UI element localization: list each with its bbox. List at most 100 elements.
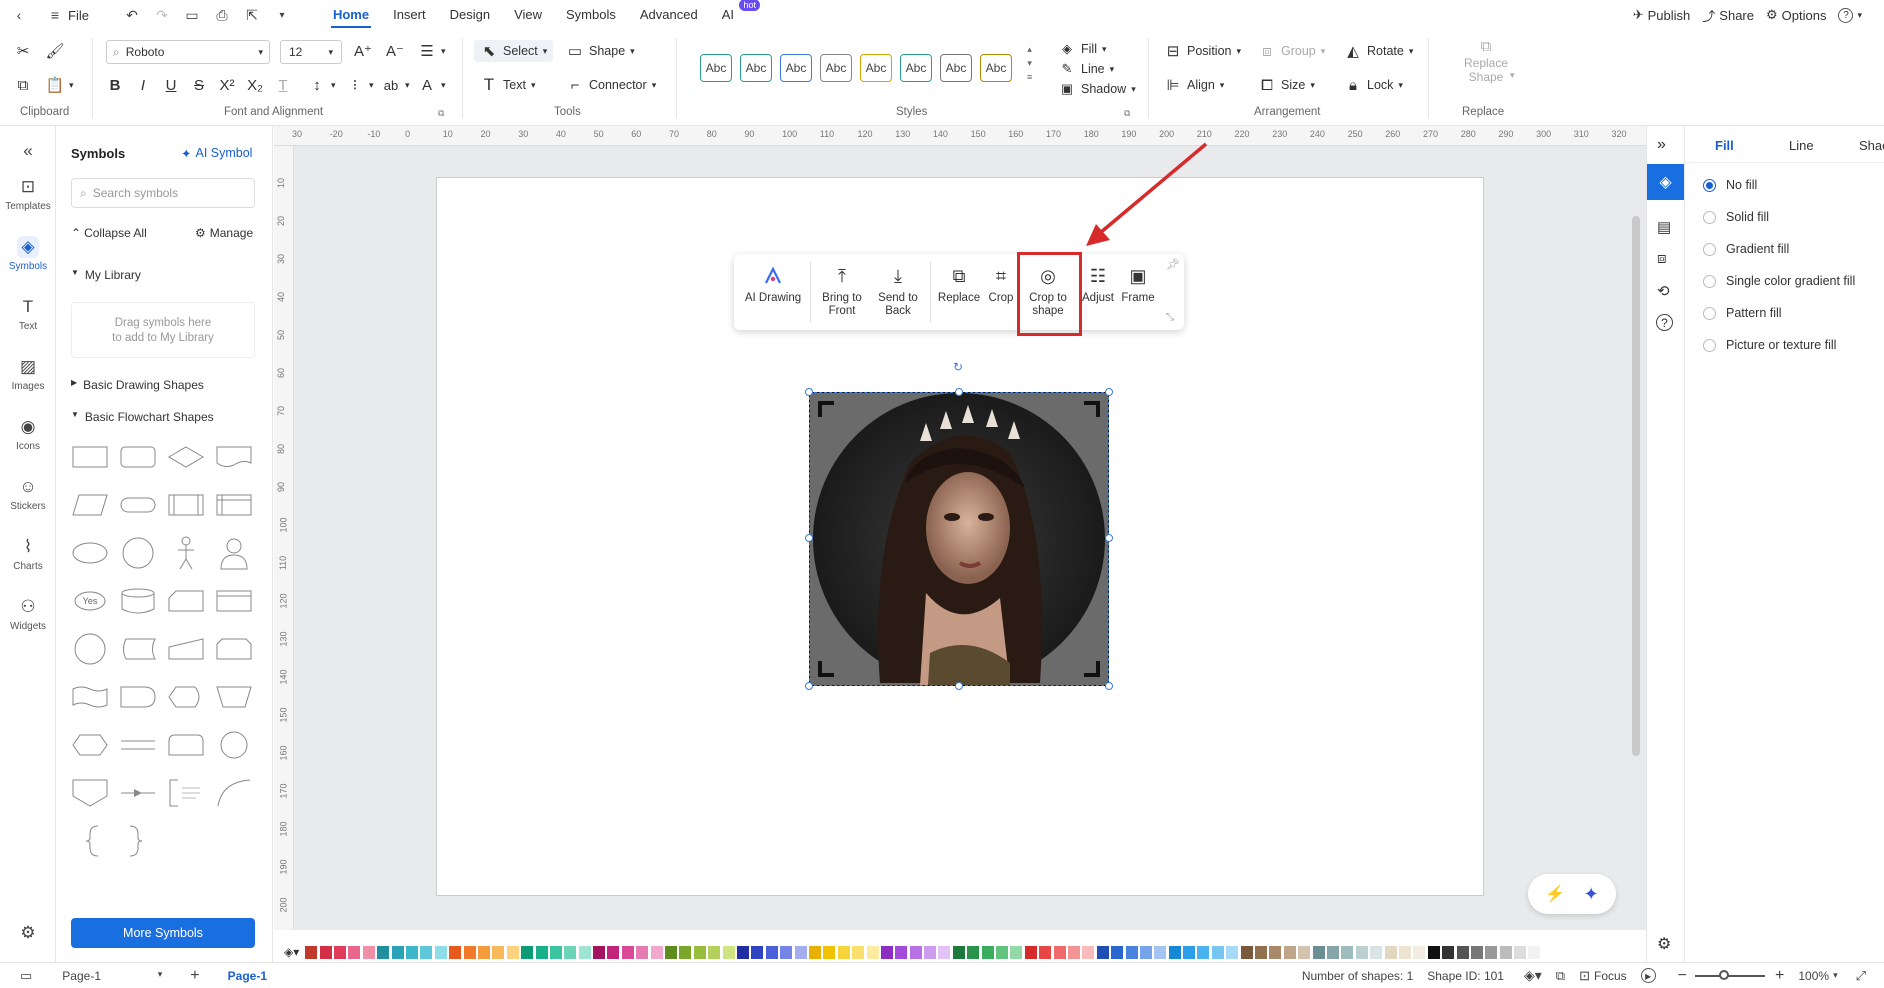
color-swatch[interactable] [895, 945, 908, 959]
color-swatch[interactable] [521, 945, 534, 959]
sparkle-icon[interactable]: ✦ [1584, 884, 1599, 905]
color-swatch[interactable] [938, 945, 951, 959]
color-swatch[interactable] [751, 945, 764, 959]
bring-to-front-button[interactable]: ⤒ Bring to Front [814, 264, 870, 318]
color-swatch[interactable] [1039, 945, 1052, 959]
send-to-back-button[interactable]: ⤓ Send to Back [870, 264, 926, 318]
underline-button[interactable]: U [162, 76, 180, 94]
share-button[interactable]: ⤴ Share [1702, 6, 1754, 25]
rail-item-widgets[interactable]: ⚇ Widgets [0, 596, 56, 632]
process-shape[interactable] [71, 438, 109, 476]
font-color-button[interactable]: A ▾ [418, 76, 446, 94]
tab-fill[interactable]: Fill [1715, 138, 1734, 153]
fill-option-picture[interactable]: Picture or texture fill [1703, 338, 1836, 352]
resize-handle[interactable] [955, 388, 963, 396]
style-swatch-6[interactable]: Abc [900, 54, 932, 82]
page-properties-icon[interactable]: ▤ [1657, 218, 1671, 236]
color-swatch[interactable] [305, 945, 318, 959]
color-swatch[interactable] [434, 945, 447, 959]
color-swatch[interactable] [780, 945, 793, 959]
tab-shadow[interactable]: Shac [1859, 138, 1884, 153]
color-swatch[interactable] [981, 945, 994, 959]
lock-button[interactable]: 🔒︎ Lock ▾ [1344, 76, 1403, 94]
color-swatch[interactable] [852, 945, 865, 959]
add-page-icon[interactable]: + [190, 967, 199, 985]
predefined-process-shape[interactable] [167, 486, 205, 524]
rail-item-images[interactable]: ▨ Images [0, 356, 56, 392]
fill-option-gradient[interactable]: Gradient fill [1703, 242, 1789, 256]
crop-corner-handle[interactable] [1084, 661, 1100, 677]
parallel-lines-shape[interactable] [119, 726, 157, 764]
left-brace-shape[interactable] [71, 822, 109, 860]
undo-icon[interactable]: ↶ [121, 4, 143, 26]
superscript-button[interactable]: X² [218, 76, 236, 94]
page-layout-icon[interactable]: ▭ [20, 968, 32, 984]
color-swatch[interactable] [1255, 945, 1268, 959]
replace-image-button[interactable]: ⧉ Replace [934, 264, 984, 305]
resize-handle[interactable] [805, 534, 813, 542]
focus-label[interactable]: Focus [1594, 969, 1627, 983]
crop-button[interactable]: ⌗ Crop [984, 264, 1018, 305]
style-swatch-2[interactable]: Abc [740, 54, 772, 82]
my-library-dropzone[interactable]: Drag symbols here to add to My Library [71, 302, 255, 358]
options-button[interactable]: ⚙ Options [1766, 7, 1826, 23]
rounded-rect-shape[interactable] [119, 438, 157, 476]
print-icon[interactable]: ⎙ [211, 4, 233, 26]
fit-page-icon[interactable]: ⧉ [1556, 968, 1565, 984]
paste-button[interactable]: 📋 ▾ [46, 76, 74, 94]
crop-corner-handle[interactable] [818, 401, 834, 417]
help-circle-icon[interactable]: ? [1656, 314, 1673, 331]
color-swatch[interactable] [334, 945, 347, 959]
color-swatch[interactable] [319, 945, 332, 959]
color-swatch[interactable] [1139, 945, 1152, 959]
font-size-select[interactable]: 12 ▾ [280, 40, 342, 64]
color-swatch[interactable] [1082, 945, 1095, 959]
radio[interactable] [1703, 274, 1716, 288]
fill-bucket-icon[interactable]: ◈▾ [284, 945, 299, 959]
zoom-slider-thumb[interactable] [1719, 969, 1730, 980]
rail-item-icons[interactable]: ◉ Icons [0, 416, 56, 452]
off-page-connector-shape[interactable] [71, 774, 109, 812]
color-swatch[interactable] [650, 945, 663, 959]
selected-image[interactable] [805, 388, 1113, 690]
rail-item-symbols[interactable]: ◈ Symbols [0, 236, 56, 272]
color-swatch[interactable] [924, 945, 937, 959]
search-symbols-input[interactable]: Search symbols [93, 186, 178, 200]
swimlane-shape[interactable] [215, 582, 253, 620]
search-symbols-field[interactable]: ⌕ Search symbols [71, 178, 255, 208]
connector-tool-button[interactable]: ⌐ Connector ▾ [566, 76, 657, 94]
color-swatch[interactable] [866, 945, 879, 959]
double-chevron-right-icon[interactable]: » [1657, 136, 1666, 154]
stored-data-shape[interactable] [119, 630, 157, 668]
color-swatch[interactable] [1312, 945, 1325, 959]
color-swatch[interactable] [1456, 945, 1469, 959]
right-brace-shape[interactable] [119, 822, 157, 860]
color-swatch[interactable] [1010, 945, 1023, 959]
subscript-button[interactable]: X₂ [246, 76, 264, 94]
color-swatch[interactable] [808, 945, 821, 959]
color-swatch[interactable] [391, 945, 404, 959]
back-icon[interactable]: ‹ [8, 4, 30, 26]
align-button[interactable]: ⊫ Align ▾ [1164, 76, 1224, 94]
bold-button[interactable]: B [106, 76, 124, 94]
display-shape[interactable] [167, 678, 205, 716]
annotation-shape[interactable] [167, 774, 205, 812]
color-swatch[interactable] [693, 945, 706, 959]
color-swatch[interactable] [621, 945, 634, 959]
basic-drawing-header[interactable]: ▶ Basic Drawing Shapes [71, 378, 204, 392]
publish-button[interactable]: ✈ Publish [1633, 7, 1691, 23]
frame-button[interactable]: ▣ Frame [1118, 264, 1158, 305]
color-swatch[interactable] [1499, 945, 1512, 959]
color-swatch[interactable] [1168, 945, 1181, 959]
font-family-select[interactable]: ⌕ Roboto ▾ [106, 40, 270, 64]
fill-option-solid[interactable]: Solid fill [1703, 210, 1769, 224]
decrease-font-button[interactable]: A⁻ [386, 42, 404, 60]
page-tab[interactable]: Page-1 [228, 969, 267, 983]
increase-font-button[interactable]: A⁺ [354, 42, 372, 60]
rail-item-text[interactable]: T Text [0, 296, 56, 332]
color-swatch[interactable] [1197, 945, 1210, 959]
color-swatch[interactable] [535, 945, 548, 959]
color-swatch[interactable] [420, 945, 433, 959]
rail-item-charts[interactable]: ⌇ Charts [0, 536, 56, 572]
color-swatch[interactable] [794, 945, 807, 959]
